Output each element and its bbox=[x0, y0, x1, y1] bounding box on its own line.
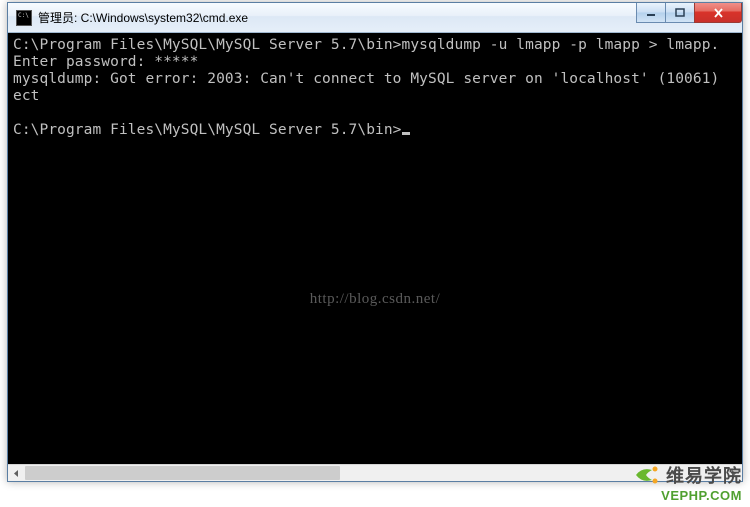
cmd-icon bbox=[16, 10, 32, 26]
titlebar[interactable]: 管理员: C:\Windows\system32\cmd.exe bbox=[8, 3, 742, 33]
scroll-thumb[interactable] bbox=[25, 466, 340, 480]
scroll-left-button[interactable] bbox=[8, 465, 25, 481]
window-title: 管理员: C:\Windows\system32\cmd.exe bbox=[38, 9, 248, 26]
close-button[interactable] bbox=[694, 3, 742, 23]
watermark: http://blog.csdn.net/ bbox=[310, 291, 441, 308]
cursor-icon bbox=[402, 132, 410, 135]
logo-mark-icon bbox=[634, 464, 662, 486]
console-prompt: C:\Program Files\MySQL\MySQL Server 5.7\… bbox=[13, 122, 402, 138]
logo-text-cn: 维易学院 bbox=[666, 462, 742, 488]
horizontal-scrollbar[interactable] bbox=[8, 464, 742, 481]
scroll-track[interactable] bbox=[25, 465, 725, 481]
maximize-button[interactable] bbox=[665, 3, 695, 23]
cmd-window: 管理员: C:\Windows\system32\cmd.exe C:\Prog… bbox=[7, 2, 743, 482]
console-line: C:\Program Files\MySQL\MySQL Server 5.7\… bbox=[13, 37, 719, 53]
window-controls bbox=[637, 3, 742, 23]
logo-url: VEPHP.COM bbox=[634, 488, 742, 503]
console-line: mysqldump: Got error: 2003: Can't connec… bbox=[13, 71, 719, 87]
minimize-button[interactable] bbox=[636, 3, 666, 23]
brand-logo: 维易学院 VEPHP.COM bbox=[634, 462, 742, 503]
console-area[interactable]: C:\Program Files\MySQL\MySQL Server 5.7\… bbox=[8, 33, 742, 464]
logo-top: 维易学院 bbox=[634, 462, 742, 488]
console-line: Enter password: ***** bbox=[13, 54, 198, 70]
console-line: ect bbox=[13, 88, 40, 104]
